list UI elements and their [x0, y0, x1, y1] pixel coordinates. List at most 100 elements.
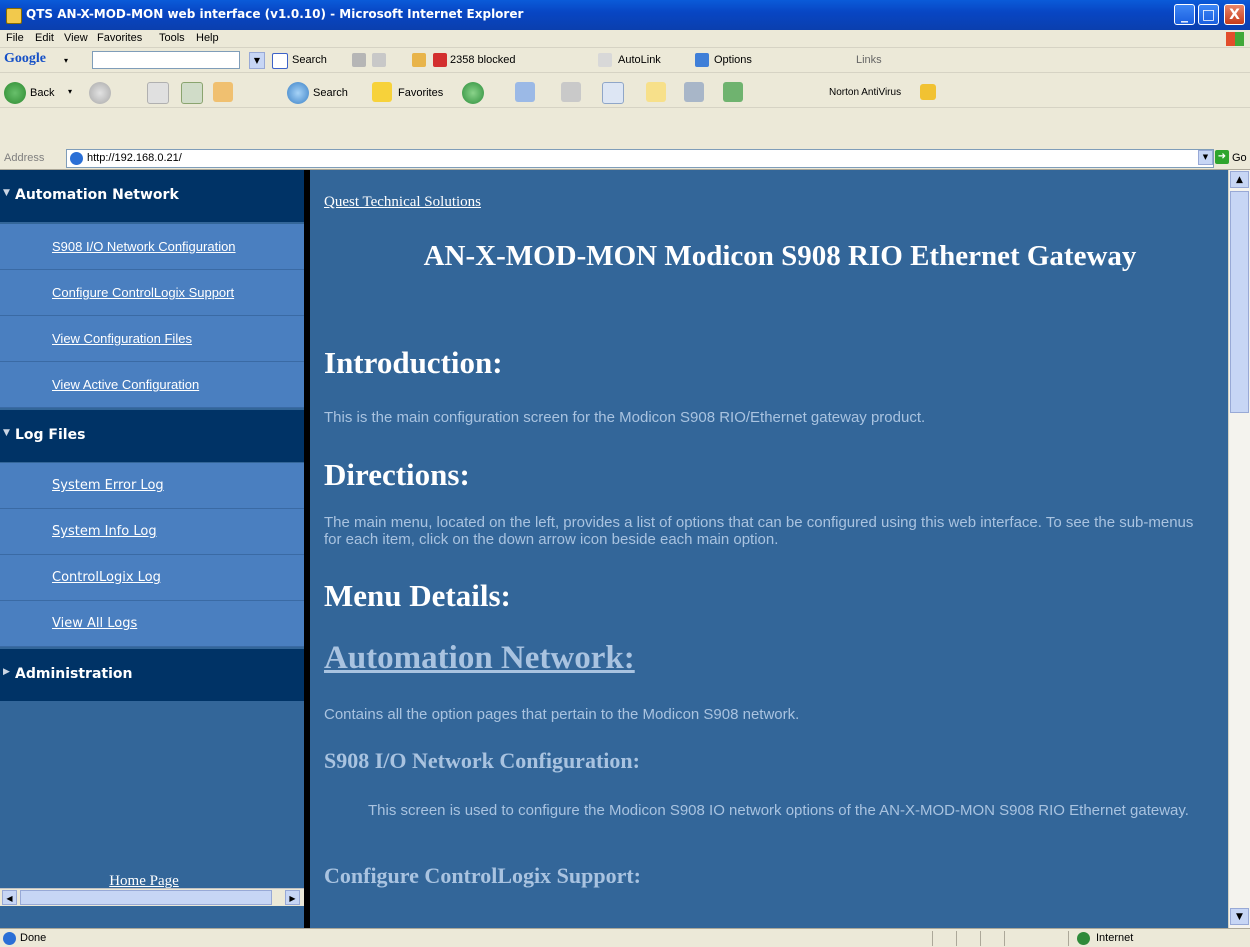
go-arrow-icon[interactable]: ➜ — [1215, 150, 1229, 164]
nav-item-controllogix-log[interactable]: ControlLogix Log — [0, 555, 304, 601]
menu-tools[interactable]: Tools — [159, 32, 185, 44]
directions-heading: Directions: — [324, 457, 470, 492]
norton-icon[interactable] — [920, 84, 936, 100]
print-icon[interactable] — [561, 82, 581, 102]
address-dropdown-icon[interactable]: ▼ — [1198, 150, 1213, 165]
nav-section-administration[interactable]: ▶ Administration — [0, 649, 304, 701]
collapsed-arrow-icon[interactable]: ▶ — [3, 667, 10, 677]
close-button[interactable]: X — [1224, 4, 1245, 25]
favorites-star-icon[interactable] — [372, 82, 392, 102]
page-done-icon — [3, 932, 16, 945]
back-button[interactable]: Back — [30, 87, 54, 99]
highlight-icon[interactable] — [372, 53, 386, 67]
norton-antivirus[interactable]: Norton AntiVirus — [829, 87, 901, 98]
options-button[interactable]: Options — [714, 54, 752, 66]
scroll-up-icon[interactable]: ▲ — [1230, 171, 1249, 188]
go-button[interactable]: Go — [1232, 152, 1247, 164]
nav-item-label[interactable]: S908 I/O Network Configuration — [52, 239, 236, 254]
google-search-button[interactable]: Search — [292, 54, 327, 66]
maximize-button[interactable]: □ — [1198, 4, 1219, 25]
home-icon[interactable] — [213, 82, 233, 102]
menu-favorites[interactable]: Favorites — [97, 32, 142, 44]
nav-item-s908-io-network-configuration[interactable]: S908 I/O Network Configuration — [0, 224, 304, 270]
scroll-down-icon[interactable]: ▼ — [1230, 908, 1249, 925]
nav-section-automation-network[interactable]: ▼ Automation Network — [0, 170, 304, 222]
expand-arrow-icon[interactable]: ▼ — [3, 188, 10, 198]
address-url[interactable]: http://192.168.0.21/ — [87, 152, 182, 164]
scroll-thumb[interactable] — [1230, 191, 1249, 413]
nav-item-label[interactable]: Configure ControlLogix Support — [52, 285, 234, 300]
nav-item-label[interactable]: ControlLogix Log — [52, 570, 161, 585]
mail-icon[interactable] — [515, 82, 535, 102]
menu-help[interactable]: Help — [196, 32, 219, 44]
address-label: Address — [4, 152, 45, 164]
left-frame-horizontal-scrollbar[interactable]: ◀ ▶ — [0, 888, 304, 906]
google-search-input[interactable] — [92, 51, 240, 69]
window-title: QTS AN-X-MOD-MON web interface (v1.0.10)… — [26, 7, 524, 21]
search-button[interactable]: Search — [313, 87, 348, 99]
discuss-icon[interactable] — [646, 82, 666, 102]
autolink-button[interactable]: AutoLink — [618, 54, 661, 66]
edit-word-icon[interactable] — [602, 82, 624, 104]
nav-item-view-all-logs[interactable]: View All Logs — [0, 601, 304, 647]
address-input[interactable]: http://192.168.0.21/ — [66, 149, 1214, 168]
google-logo[interactable]: Google — [4, 51, 46, 67]
back-dropdown-icon[interactable]: ▾ — [68, 87, 72, 96]
autolink-icon[interactable] — [598, 53, 612, 67]
forward-arrow-icon[interactable] — [89, 82, 111, 104]
nav-item-view-active-configuration[interactable]: View Active Configuration — [0, 362, 304, 408]
nav-item-system-error-log[interactable]: System Error Log — [0, 463, 304, 509]
introduction-heading: Introduction: — [324, 345, 503, 380]
menu-file[interactable]: File — [6, 32, 24, 44]
back-arrow-icon[interactable] — [4, 82, 26, 104]
menu-edit[interactable]: Edit — [35, 32, 54, 44]
nav-section-label[interactable]: Log Files — [15, 427, 85, 443]
s908-config-text: This screen is used to configure the Mod… — [368, 802, 1189, 819]
blocked-count-icon[interactable] — [433, 53, 447, 67]
links-bar[interactable]: Links — [856, 54, 882, 66]
favorites-button[interactable]: Favorites — [398, 87, 443, 99]
address-bar: Address http://192.168.0.21/ ▼ ➜ Go — [0, 147, 1250, 170]
nav-item-label[interactable]: System Info Log — [52, 524, 157, 539]
options-icon[interactable] — [695, 53, 709, 67]
google-menu-arrow-icon[interactable]: ▾ — [64, 56, 68, 65]
nav-item-label[interactable]: View All Logs — [52, 616, 137, 631]
blocked-count[interactable]: 2358 blocked — [450, 54, 515, 66]
s908-config-heading: S908 I/O Network Configuration: — [324, 748, 640, 773]
nav-section-label[interactable]: Automation Network — [15, 187, 179, 203]
minimize-button[interactable]: _ — [1174, 4, 1195, 25]
automation-network-text: Contains all the option pages that perta… — [324, 706, 800, 723]
title-bar[interactable]: QTS AN-X-MOD-MON web interface (v1.0.10)… — [0, 0, 1250, 30]
nav-section-label[interactable]: Administration — [15, 666, 132, 682]
google-search-dropdown-icon[interactable]: ▼ — [249, 52, 265, 69]
messenger-icon[interactable] — [723, 82, 743, 102]
stop-icon[interactable] — [147, 82, 169, 104]
company-link[interactable]: Quest Technical Solutions — [324, 194, 481, 211]
content-vertical-scrollbar[interactable]: ▲ ▼ — [1228, 170, 1250, 928]
status-bar: Done Internet — [0, 928, 1250, 947]
popup-blocker-icon[interactable] — [412, 53, 426, 67]
google-search-icon[interactable] — [272, 53, 288, 69]
nav-item-system-info-log[interactable]: System Info Log — [0, 509, 304, 555]
page-rank-icon[interactable] — [352, 53, 366, 67]
nav-item-label[interactable]: View Configuration Files — [52, 331, 192, 346]
nav-section-log-files[interactable]: ▼ Log Files — [0, 410, 304, 462]
scroll-right-icon[interactable]: ▶ — [285, 890, 300, 905]
nav-item-configure-controllogix-support[interactable]: Configure ControlLogix Support — [0, 270, 304, 316]
status-divider — [956, 931, 957, 946]
content-frame: Quest Technical Solutions AN-X-MOD-MON M… — [310, 170, 1228, 928]
scroll-thumb[interactable] — [20, 890, 272, 905]
history-icon[interactable] — [462, 82, 484, 104]
expand-arrow-icon[interactable]: ▼ — [3, 428, 10, 438]
nav-item-view-configuration-files[interactable]: View Configuration Files — [0, 316, 304, 362]
search-icon[interactable] — [287, 82, 309, 104]
refresh-icon[interactable] — [181, 82, 203, 104]
page-title: AN-X-MOD-MON Modicon S908 RIO Ethernet G… — [423, 240, 1137, 272]
menu-view[interactable]: View — [64, 32, 88, 44]
nav-item-label[interactable]: View Active Configuration — [52, 377, 199, 392]
research-icon[interactable] — [684, 82, 704, 102]
scroll-left-icon[interactable]: ◀ — [2, 890, 17, 905]
ie-app-icon[interactable] — [6, 8, 22, 24]
automation-network-link[interactable]: Automation Network: — [324, 640, 635, 677]
nav-item-label[interactable]: System Error Log — [52, 478, 164, 493]
